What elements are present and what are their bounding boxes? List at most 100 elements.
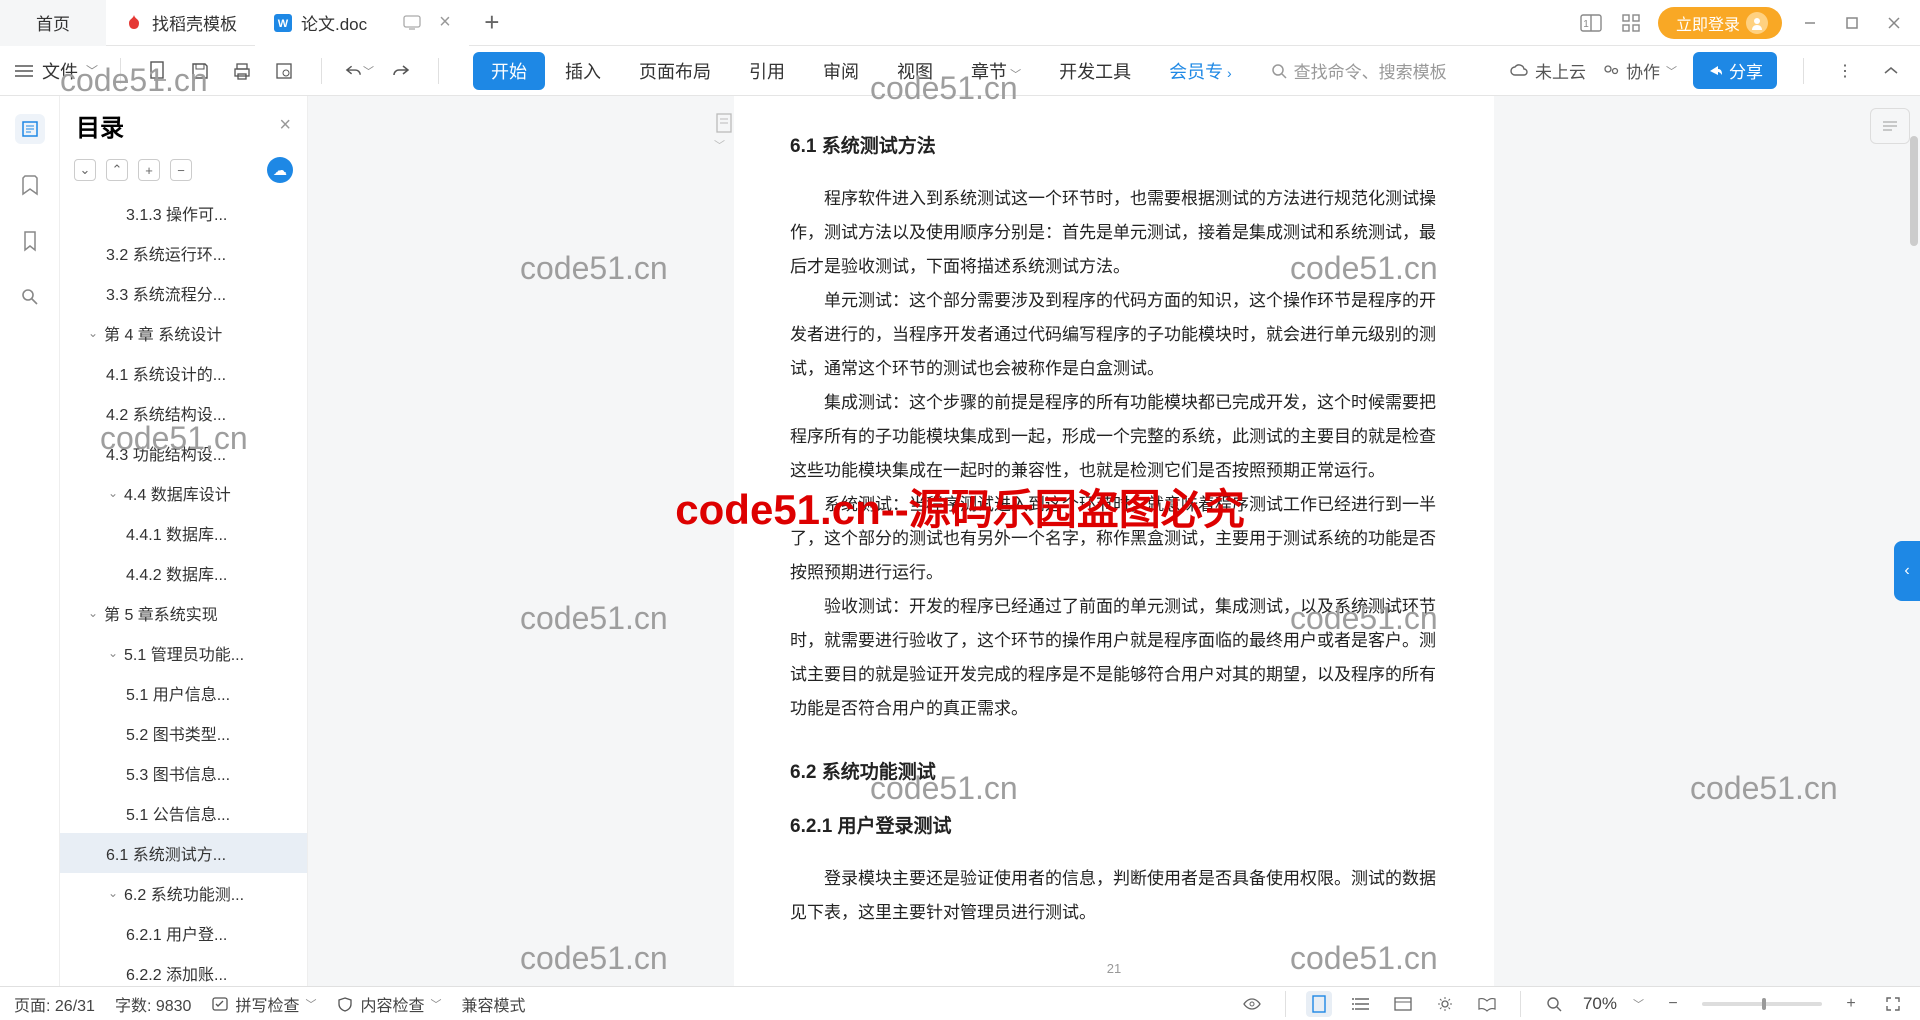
bookmark-panel-icon[interactable] — [15, 170, 45, 200]
spellcheck-icon — [211, 996, 229, 1012]
tab-insert[interactable]: 插入 — [547, 52, 619, 90]
read-view-icon[interactable] — [1474, 991, 1500, 1017]
outline-item[interactable]: 3.2 系统运行环... — [60, 233, 307, 273]
right-drawer-handle[interactable]: ‹ — [1894, 541, 1920, 601]
paragraph: 验收测试：开发的程序已经通过了前面的单元测试，集成测试，以及系统测试环节时，就需… — [790, 590, 1438, 726]
tab-vip[interactable]: 会员专 › — [1151, 52, 1250, 90]
outline-item[interactable]: ⌄4.4 数据库设计 — [60, 473, 307, 513]
cast-icon[interactable] — [403, 15, 421, 31]
find-icon[interactable] — [15, 282, 45, 312]
tab-start[interactable]: 开始 — [473, 52, 545, 90]
zoom-fit-icon[interactable] — [1541, 991, 1567, 1017]
share-icon — [1707, 63, 1723, 79]
outline-item[interactable]: ⌄第 5 章系统实现 — [60, 593, 307, 633]
undo-icon[interactable]: ﹀ — [344, 56, 374, 86]
zoom-in-icon[interactable]: + — [1838, 991, 1864, 1017]
minimize-icon[interactable] — [1796, 11, 1824, 35]
tab-chapter[interactable]: 章节 ﹀ — [953, 52, 1039, 90]
settings-view-icon[interactable] — [1432, 991, 1458, 1017]
add-heading-icon[interactable]: + — [138, 159, 160, 181]
side-options-icon[interactable] — [1870, 108, 1910, 144]
compat-mode[interactable]: 兼容模式 — [461, 992, 525, 1016]
fullscreen-icon[interactable] — [1880, 991, 1906, 1017]
redo-icon[interactable] — [386, 56, 416, 86]
expand-all-icon[interactable]: ⌃ — [106, 159, 128, 181]
tab-templates[interactable]: 找稻壳模板 — [106, 0, 255, 46]
outline-item[interactable]: ⌄5.1 管理员功能... — [60, 633, 307, 673]
zoom-level[interactable]: 70% — [1583, 994, 1617, 1014]
outline-close-icon[interactable]: × — [279, 114, 291, 137]
chevron-down-icon[interactable]: ⌄ — [106, 646, 120, 660]
remove-heading-icon[interactable]: − — [170, 159, 192, 181]
chevron-down-icon[interactable]: ⌄ — [86, 606, 100, 620]
outline-item[interactable]: 4.1 系统设计的... — [60, 353, 307, 393]
collab-button[interactable]: 协作﹀ — [1602, 58, 1677, 83]
outline-item[interactable]: ⌄第 4 章 系统设计 — [60, 313, 307, 353]
sync-icon[interactable]: ☁ — [267, 157, 293, 183]
page-options-icon[interactable]: ﹀ — [714, 112, 736, 154]
more-icon[interactable]: ⋮ — [1830, 56, 1860, 86]
outline-view-icon[interactable] — [1348, 991, 1374, 1017]
outline-panel-icon[interactable] — [15, 114, 45, 144]
outline-item[interactable]: 3.1.3 操作可... — [60, 193, 307, 233]
eye-protect-icon[interactable] — [1239, 991, 1265, 1017]
preview-icon[interactable] — [269, 56, 299, 86]
spellcheck-toggle[interactable]: 拼写检查﹀ — [211, 992, 316, 1016]
tab-dev[interactable]: 开发工具 — [1041, 52, 1149, 90]
page-view-icon[interactable] — [1306, 991, 1332, 1017]
tab-review[interactable]: 审阅 — [805, 52, 877, 90]
file-menu[interactable]: 文件﹀ — [14, 58, 98, 84]
collapse-all-icon[interactable]: ⌄ — [74, 159, 96, 181]
cloud-status[interactable]: 未上云 — [1509, 58, 1586, 83]
outline-item-label: 4.3 功能结构设... — [106, 441, 226, 465]
outline-item[interactable]: 6.2.2 添加账... — [60, 953, 307, 986]
word-count[interactable]: 字数: 9830 — [115, 992, 192, 1016]
new-doc-icon[interactable] — [143, 56, 173, 86]
outline-item[interactable]: 6.2.1 用户登... — [60, 913, 307, 953]
web-view-icon[interactable] — [1390, 991, 1416, 1017]
split-view-icon[interactable]: 1 — [1578, 10, 1604, 36]
chevron-down-icon[interactable]: ⌄ — [86, 326, 100, 340]
tab-view[interactable]: 视图 — [879, 52, 951, 90]
add-tab-button[interactable]: + — [469, 0, 515, 46]
close-icon[interactable]: × — [439, 11, 451, 34]
zoom-slider[interactable] — [1702, 1002, 1822, 1006]
print-icon[interactable] — [227, 56, 257, 86]
apps-icon[interactable] — [1618, 10, 1644, 36]
titlebar-right: 1 立即登录 — [1578, 7, 1920, 39]
zoom-out-icon[interactable]: − — [1660, 991, 1686, 1017]
outline-item[interactable]: 4.4.1 数据库... — [60, 513, 307, 553]
outline-item[interactable]: 5.1 用户信息... — [60, 673, 307, 713]
tab-ref[interactable]: 引用 — [731, 52, 803, 90]
outline-item[interactable]: 4.4.2 数据库... — [60, 553, 307, 593]
chevron-down-icon[interactable]: ⌄ — [106, 486, 120, 500]
tab-document[interactable]: W 论文.doc × — [255, 0, 469, 46]
tab-label: 论文.doc — [301, 10, 367, 35]
ribbon-mark-icon[interactable] — [15, 226, 45, 256]
outline-item[interactable]: 6.1 系统测试方... — [60, 833, 307, 873]
outline-item[interactable]: 3.3 系统流程分... — [60, 273, 307, 313]
collapse-ribbon-icon[interactable] — [1876, 56, 1906, 86]
tab-label: 找稻壳模板 — [152, 10, 237, 35]
window-close-icon[interactable] — [1880, 11, 1908, 35]
page-indicator[interactable]: 页面: 26/31 — [14, 992, 95, 1016]
outline-item[interactable]: 5.3 图书信息... — [60, 753, 307, 793]
scrollbar-thumb[interactable] — [1910, 136, 1918, 246]
outline-item[interactable]: 4.3 功能结构设... — [60, 433, 307, 473]
chevron-down-icon[interactable]: ⌄ — [106, 886, 120, 900]
outline-item[interactable]: 4.2 系统结构设... — [60, 393, 307, 433]
outline-item-label: 6.2.2 添加账... — [126, 961, 227, 985]
content-check[interactable]: 内容检查﹀ — [336, 992, 441, 1016]
share-button[interactable]: 分享 — [1693, 52, 1777, 89]
outline-item[interactable]: 5.2 图书类型... — [60, 713, 307, 753]
tab-home[interactable]: 首页 — [0, 0, 106, 46]
outline-item[interactable]: ⌄6.2 系统功能测... — [60, 873, 307, 913]
save-icon[interactable] — [185, 56, 215, 86]
maximize-icon[interactable] — [1838, 11, 1866, 35]
login-button[interactable]: 立即登录 — [1658, 7, 1782, 39]
tab-layout[interactable]: 页面布局 — [621, 52, 729, 90]
hamburger-icon — [14, 64, 34, 78]
command-search[interactable]: 查找命令、搜索模板 — [1270, 58, 1447, 83]
outline-item[interactable]: 5.1 公告信息... — [60, 793, 307, 833]
document-viewport[interactable]: ﹀ 6.1 系统测试方法 程序软件进入到系统测试这一个环节时，也需要根据测试的方… — [308, 96, 1920, 986]
